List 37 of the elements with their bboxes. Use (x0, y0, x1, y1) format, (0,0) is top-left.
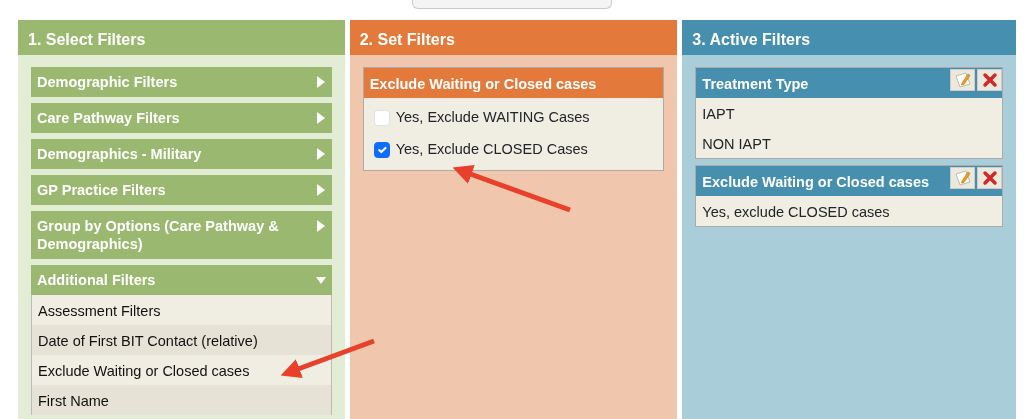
filter-group[interactable]: Care Pathway Filters (31, 103, 332, 133)
triangle-right-icon (315, 184, 326, 196)
close-icon (981, 72, 998, 88)
filter-item[interactable]: Exclude Waiting or Closed cases (32, 355, 331, 385)
option-label: Yes, Exclude WAITING Cases (395, 108, 590, 127)
filter-value: IAPT (701, 105, 736, 124)
filter-group[interactable]: Demographic Filters (31, 67, 332, 97)
triangle-right-icon (315, 148, 326, 160)
triangle-right-icon (315, 220, 326, 232)
card-title: Treatment Type (702, 75, 809, 94)
delete-button[interactable] (977, 69, 1002, 91)
edit-icon (953, 71, 972, 89)
card-title: Exclude Waiting or Closed cases (363, 68, 664, 98)
filter-item[interactable]: Assessment Filters (32, 295, 331, 325)
panel-title: 3. Active Filters (682, 20, 1016, 55)
filter-value: NON IAPT (701, 135, 772, 154)
panel-title: 1. Select Filters (18, 20, 345, 55)
triangle-right-icon (315, 112, 326, 124)
filter-value: Yes, exclude CLOSED cases (701, 203, 891, 222)
triangle-right-icon (315, 76, 326, 88)
filter-group[interactable]: Additional Filters (31, 265, 332, 295)
filter-group[interactable]: Group by Options (Care Pathway & Demographics) (31, 211, 332, 259)
top-button[interactable] (412, 0, 612, 9)
option-label: Yes, Exclude CLOSED Cases (395, 139, 588, 159)
edit-button[interactable] (950, 69, 975, 91)
delete-button[interactable] (977, 167, 1002, 189)
card-title: Exclude Waiting or Closed cases (702, 173, 930, 192)
edit-icon (953, 169, 972, 187)
filter-item[interactable]: Date of First BIT Contact (relative) (32, 325, 331, 355)
panel-title: 2. Set Filters (349, 20, 678, 55)
triangle-down-icon (315, 274, 326, 286)
filter-group[interactable]: Demographics - Military (31, 139, 332, 169)
checkbox[interactable] (373, 141, 390, 158)
filter-group[interactable]: GP Practice Filters (31, 175, 332, 205)
filter-item[interactable]: First Name (32, 385, 331, 415)
close-icon (981, 170, 998, 186)
edit-button[interactable] (950, 167, 975, 189)
